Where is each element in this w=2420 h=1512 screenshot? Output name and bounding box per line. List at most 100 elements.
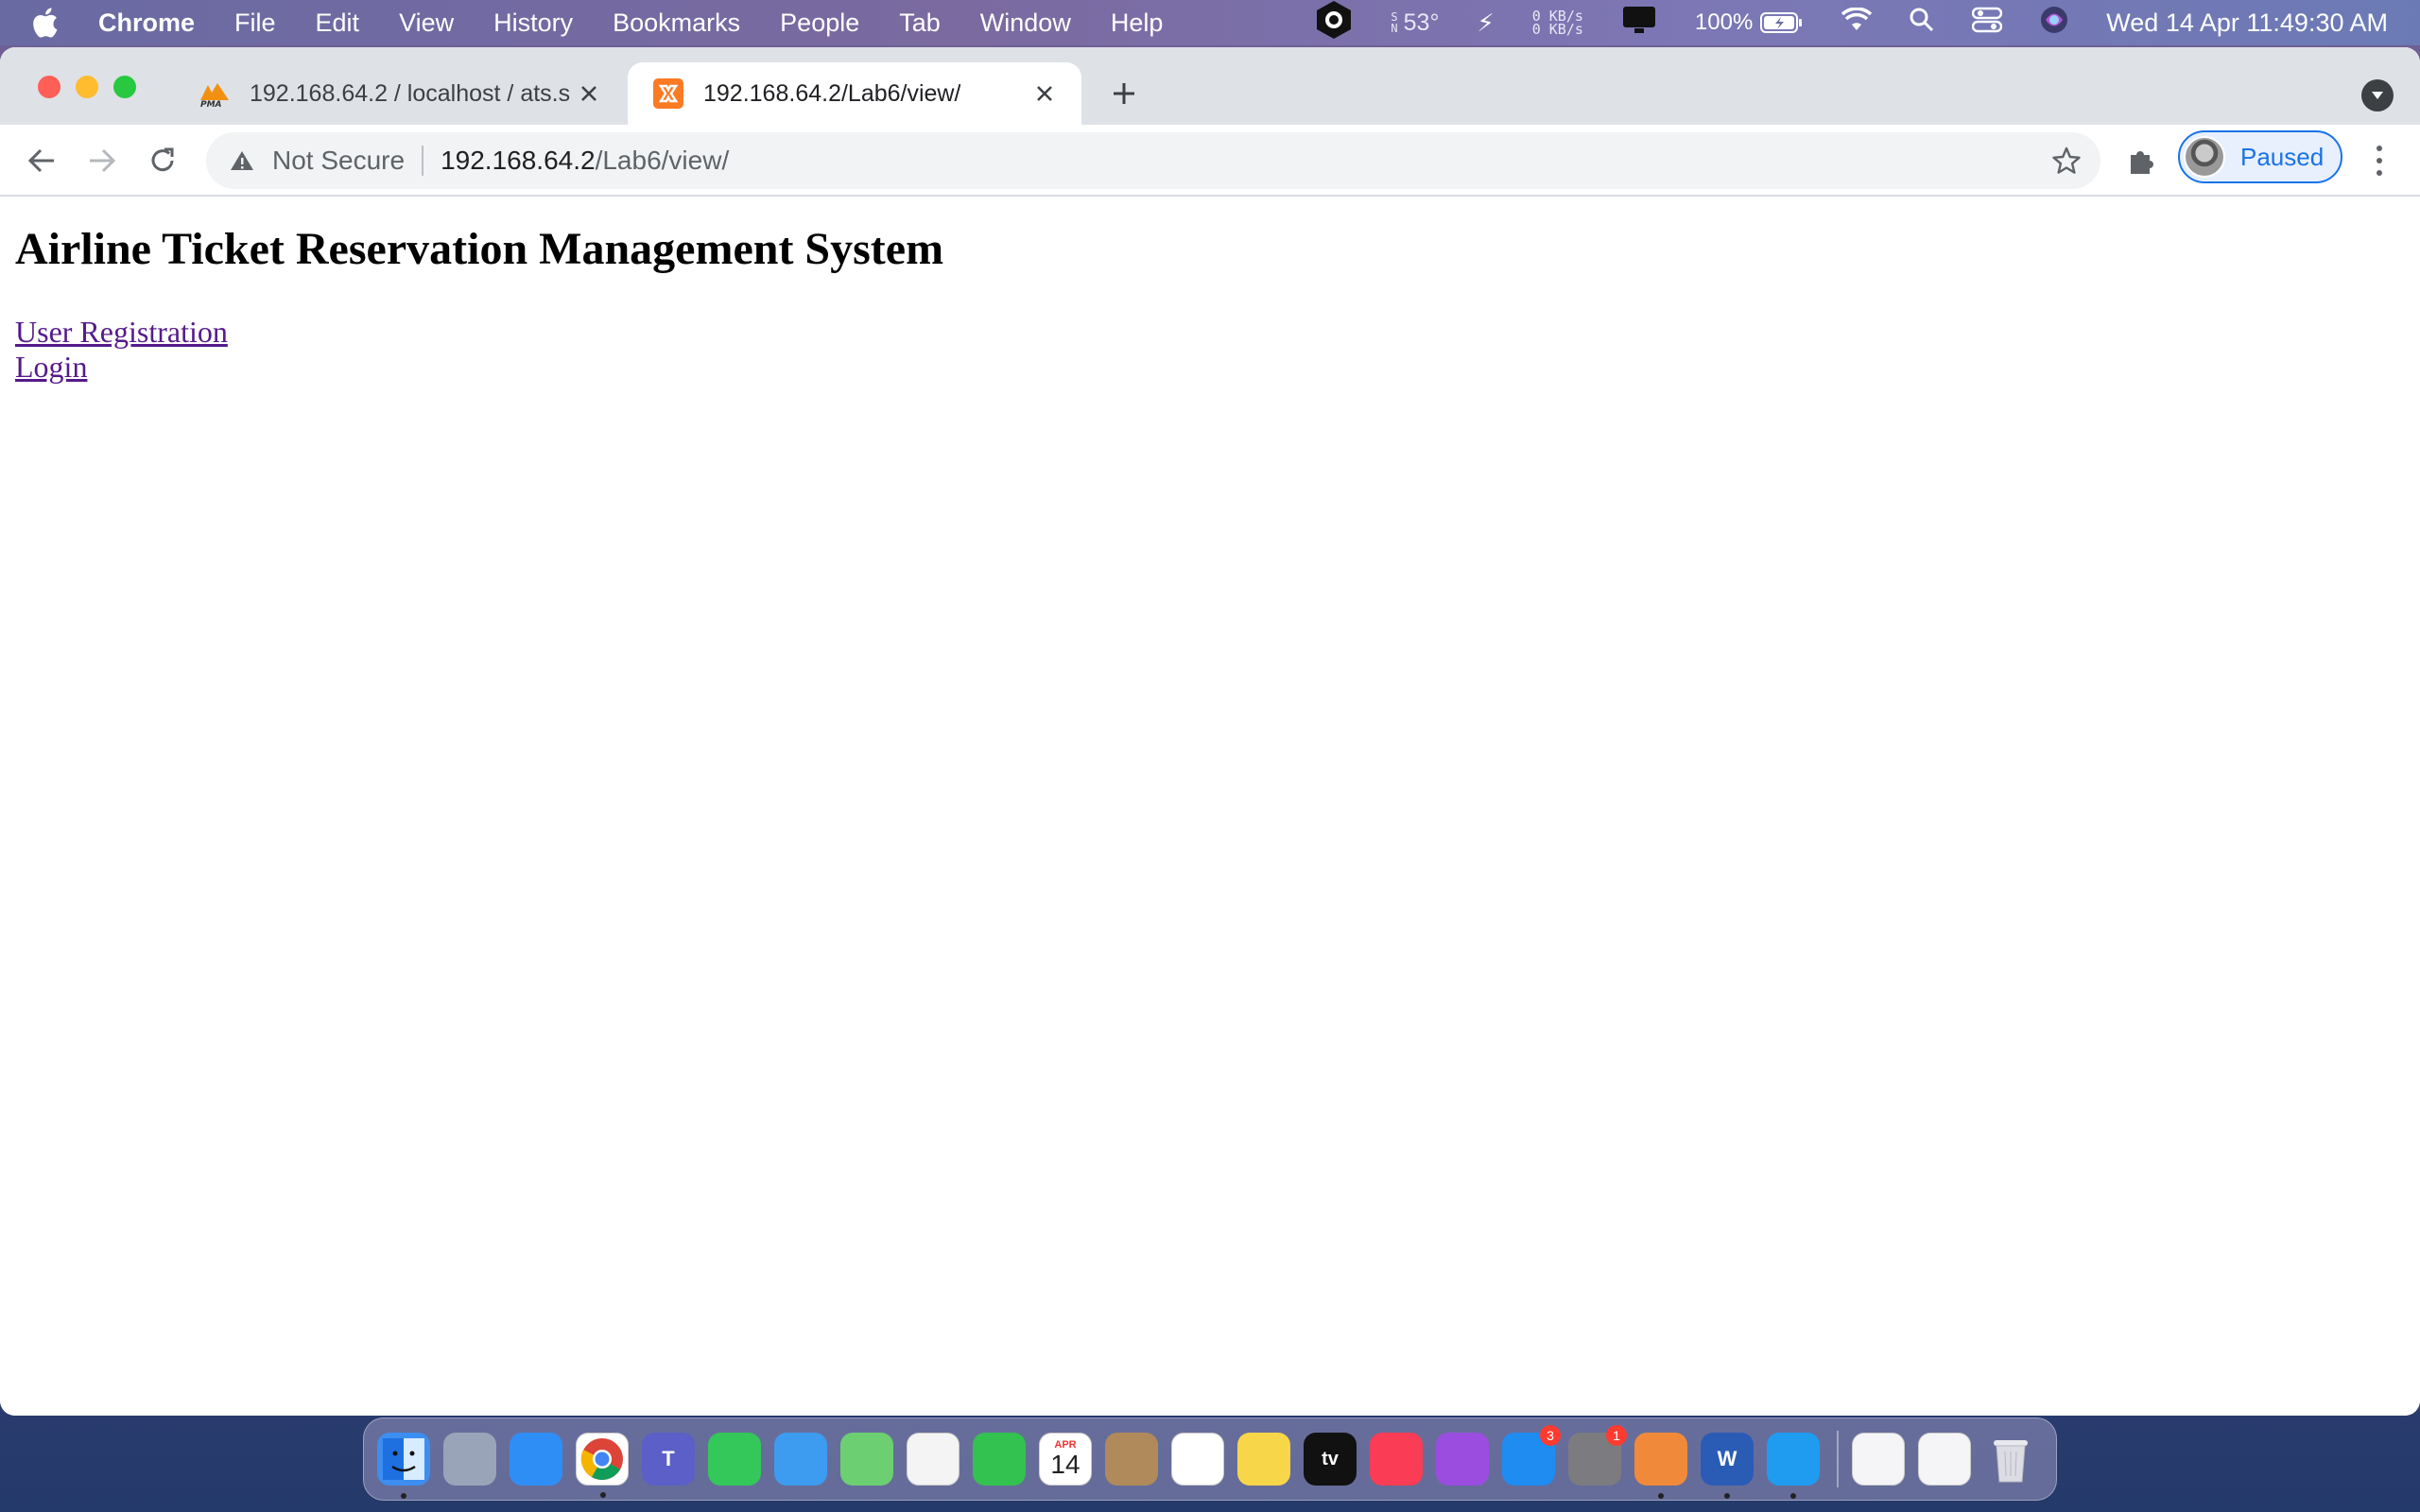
tab-search-button[interactable] [2361,79,2394,112]
minimize-window-button[interactable] [76,76,98,98]
menu-history[interactable]: History [493,9,573,38]
tab-title: 192.168.64.2 / localhost / ats.s [250,79,571,107]
dock-screenshot-preview-icon[interactable] [1918,1433,1971,1486]
siri-icon[interactable] [2040,6,2068,41]
dock-mail-icon[interactable] [774,1433,827,1486]
close-window-button[interactable] [38,76,60,98]
extensions-puzzle-icon[interactable] [2125,146,2157,178]
xampp-icon [652,77,684,110]
page-content: Airline Ticket Reservation Management Sy… [0,197,2420,1416]
menu-app-name[interactable]: Chrome [98,9,195,38]
display-icon[interactable] [1621,5,1657,42]
browser-window: PMA 192.168.64.2 / localhost / ats.s 192… [0,47,2420,1416]
bookmark-star-icon[interactable] [2051,146,2082,176]
word-label: W [1717,1447,1737,1470]
dock-chrome-icon[interactable] [576,1433,629,1498]
calendar-day: 14 [1050,1450,1080,1479]
dock-messages-icon[interactable] [708,1433,761,1486]
battery-status[interactable]: 100% [1695,9,1804,36]
dock-vs-code-icon[interactable] [1767,1433,1820,1499]
page-title: Airline Ticket Reservation Management Sy… [15,224,944,274]
menubar-clock[interactable]: Wed 14 Apr 11:49:30 AM [2106,9,2388,38]
dock-tv-icon[interactable]: tv [1304,1433,1357,1486]
menu-window[interactable]: Window [980,9,1071,38]
hexagon-app-icon[interactable] [1315,0,1353,47]
dock-reminders-icon[interactable] [1171,1433,1224,1486]
tab-title: 192.168.64.2/Lab6/view/ [703,79,961,107]
apple-menu-icon[interactable] [30,2,76,43]
menu-people[interactable]: People [780,9,859,38]
dock-facetime-icon[interactable] [973,1433,1026,1486]
tab-phpmyadmin[interactable]: PMA 192.168.64.2 / localhost / ats.s [174,62,626,125]
close-tab-icon[interactable] [1030,79,1059,108]
spotlight-search-icon[interactable] [1910,8,1934,39]
dock: T APR 14 tv 3 1 W [363,1418,2057,1501]
user-registration-link[interactable]: User Registration [15,315,2405,350]
network-down: 0 KB/s [1531,21,1583,38]
dock-music-icon[interactable] [1370,1433,1423,1486]
dock-system-preferences-icon[interactable]: 1 [1568,1425,1627,1486]
dock-finder-icon[interactable] [377,1433,430,1499]
dock-maps-icon[interactable] [840,1433,893,1486]
notification-badge: 1 [1606,1425,1627,1446]
window-controls [38,76,151,98]
url-text[interactable]: 192.168.64.2/Lab6/view/ [441,146,729,176]
more-menu-icon[interactable] [2365,142,2394,180]
tv-label: tv [1322,1448,1339,1469]
phpmyadmin-icon: PMA [199,77,231,110]
url-host: 192.168.64.2 [441,146,596,175]
weather-temp: 53° [1403,9,1440,36]
bolt-icon: ⚡ [1477,8,1495,37]
dock-notes-icon[interactable] [1237,1433,1290,1486]
profile-status: Paused [2240,142,2325,171]
forward-button[interactable] [81,140,123,181]
dock-calendar-icon[interactable]: APR 14 [1039,1433,1092,1486]
security-label[interactable]: Not Secure [272,146,405,176]
login-link[interactable]: Login [15,350,2405,385]
running-indicator [600,1492,606,1498]
reload-button[interactable] [142,140,183,181]
menu-file[interactable]: File [234,9,276,38]
zoom-window-button[interactable] [113,76,136,98]
back-button[interactable] [21,140,62,181]
dock-xampp-icon[interactable] [1634,1433,1687,1499]
dock-teams-icon[interactable]: T [642,1433,695,1486]
chrome-logo [580,1438,623,1480]
dock-podcasts-icon[interactable] [1436,1433,1489,1486]
dock-word-icon[interactable]: W [1701,1433,1754,1499]
warning-icon[interactable] [229,147,255,174]
running-indicator [1658,1493,1664,1499]
url-path: /Lab6/view/ [595,146,730,175]
menu-bookmarks[interactable]: Bookmarks [613,9,740,38]
menu-tab[interactable]: Tab [899,9,941,38]
menu-edit[interactable]: Edit [316,9,360,38]
browser-toolbar: Not Secure 192.168.64.2/Lab6/view/ Pause… [0,125,2420,197]
svg-text:PMA: PMA [200,100,222,108]
battery-icon [1760,12,1803,33]
dock-trash-icon[interactable] [1984,1433,2037,1486]
teams-label: T [662,1447,675,1470]
dock-safari-icon[interactable] [510,1433,562,1486]
profile-button[interactable]: Paused [2178,130,2342,183]
control-center-icon[interactable] [1972,7,2003,40]
menu-help[interactable]: Help [1111,9,1164,38]
new-tab-button[interactable] [1106,76,1142,112]
wifi-icon[interactable] [1841,6,1873,39]
dock-contacts-icon[interactable] [1105,1433,1158,1486]
address-bar[interactable]: Not Secure 192.168.64.2/Lab6/view/ [206,132,2100,189]
dock-launchpad-icon[interactable] [443,1433,496,1486]
network-monitor[interactable]: 0 KB/s 0 KB/s [1531,9,1583,38]
notification-badge: 3 [1540,1425,1561,1446]
dock-app-store-icon[interactable]: 3 [1502,1425,1561,1486]
menu-view[interactable]: View [399,9,454,38]
omnibox-divider [422,146,424,176]
dock-document-preview-icon[interactable] [1852,1433,1905,1486]
close-tab-icon[interactable] [575,79,603,108]
running-indicator [1724,1493,1730,1499]
dock-photos-icon[interactable] [907,1433,959,1486]
reload-icon [151,147,174,172]
tab-strip: PMA 192.168.64.2 / localhost / ats.s 192… [0,47,2420,125]
tab-lab6-view[interactable]: 192.168.64.2/Lab6/view/ [628,62,1081,125]
weather-widget[interactable]: SN 53° [1391,9,1439,37]
chevron-down-icon [2372,92,2383,99]
